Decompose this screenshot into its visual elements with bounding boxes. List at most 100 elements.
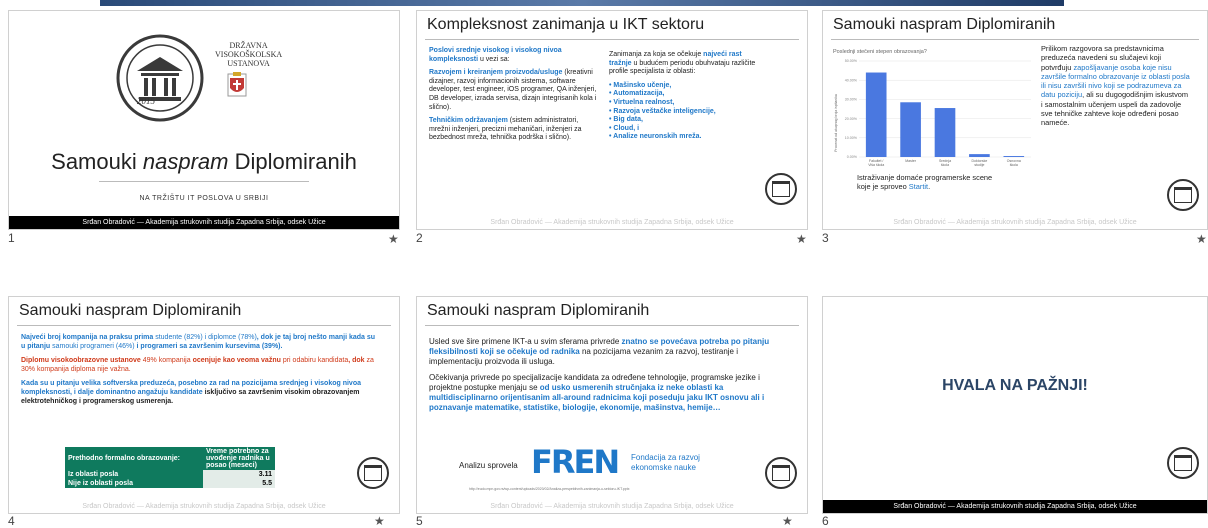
slide-5-footer: Srđan Obradović — Akademija strukovnih s… bbox=[417, 500, 807, 513]
slide-6-canvas[interactable]: HVALA NA PAŽNJI! Srđan Obradović — Akade… bbox=[822, 296, 1208, 514]
star-icon[interactable]: ★ bbox=[388, 232, 399, 246]
slide-4-footer: Srđan Obradović — Akademija strukovnih s… bbox=[9, 500, 399, 513]
seal-year: 2015 bbox=[137, 96, 155, 106]
p1-pre: Usled sve šire primene IKT-a u svim sfer… bbox=[429, 337, 622, 346]
x-tick-label: studije bbox=[974, 163, 984, 167]
y-tick-label: 50.00% bbox=[845, 59, 858, 63]
slide-4-canvas[interactable]: Samouki naspram Diplomiranih Najveći bro… bbox=[8, 296, 400, 514]
slide-thumbnail-6[interactable]: HVALA NA PAŽNJI! Srđan Obradović — Akade… bbox=[822, 296, 1208, 528]
title-underline bbox=[831, 39, 1199, 40]
x-tick-label: Master bbox=[905, 159, 917, 163]
text-run: ocenjuje kao veoma važnu bbox=[190, 357, 283, 365]
slide-2-canvas[interactable]: Kompleksnost zanimanja u IKT sektoru Pos… bbox=[416, 10, 808, 230]
star-icon[interactable]: ★ bbox=[796, 232, 807, 246]
slide-1-canvas[interactable]: 2015 DRŽAVNA VISOKOŠKOLSKA USTANOVA Samo… bbox=[8, 10, 400, 230]
bar bbox=[865, 72, 887, 157]
paragraph-1: Najveći broj kompanija na praksu prima s… bbox=[21, 334, 379, 351]
slide-thumbnail-4[interactable]: Samouki naspram Diplomiranih Najveći bro… bbox=[8, 296, 400, 528]
slide-3-canvas[interactable]: Samouki naspram Diplomiranih Poslednji s… bbox=[822, 10, 1208, 230]
table-cell: 5.5 bbox=[203, 479, 275, 488]
star-icon[interactable]: ★ bbox=[782, 514, 793, 528]
slide-thumbnail-5[interactable]: Samouki naspram Diplomiranih Usled sve š… bbox=[416, 296, 808, 528]
source-url-link[interactable]: http://eudo.mpn.gov.rs/wp-content/upload… bbox=[469, 487, 769, 491]
slide-number: 4 bbox=[8, 514, 15, 528]
institution-seal-icon bbox=[357, 457, 389, 489]
bar bbox=[934, 108, 956, 157]
survey-source: Istraživanje domaće programerske scene k… bbox=[857, 173, 1007, 192]
x-tick-label: škola bbox=[941, 163, 949, 167]
y-tick-label: 20.00% bbox=[845, 117, 858, 121]
institution-line-2: VISOKOŠKOLSKA bbox=[215, 50, 283, 59]
table-header-education: Prethodno formalno obrazovanje: bbox=[65, 447, 203, 470]
top-preview-strip bbox=[100, 0, 1064, 6]
slide-3-text: Prilikom razgovora sa predstavnicima pre… bbox=[1041, 44, 1191, 128]
p2-emphasis: Razvojem i kreiranjem proizvoda/usluge bbox=[429, 69, 563, 77]
paragraph-2: Razvojem i kreiranjem proizvoda/usluge (… bbox=[429, 69, 599, 112]
left-column: Poslovi srednje visokog i visokog nivoa … bbox=[429, 47, 599, 143]
y-tick-label: 40.00% bbox=[845, 78, 858, 82]
list-item: • Mašinsko učenje, bbox=[609, 81, 672, 89]
institution-seal-icon bbox=[1167, 179, 1199, 211]
onboarding-time-table: Prethodno formalno obrazovanje: Vreme po… bbox=[65, 447, 275, 488]
text-run: studente (82%) bbox=[155, 334, 203, 341]
slide-thumbnail-1[interactable]: 2015 DRŽAVNA VISOKOŠKOLSKA USTANOVA Samo… bbox=[8, 10, 400, 246]
slide-number: 2 bbox=[416, 231, 423, 245]
chart-title: Poslednji stečeni stepen obrazovanja? bbox=[833, 49, 927, 55]
text-run: Najveći broj kompanija na praksu prima bbox=[21, 334, 156, 341]
slide-1-subtitle: NA TRŽIŠTU IT POSLOVA U SRBIJI bbox=[139, 195, 269, 202]
intro-paragraph: Zanimanja za koja se očekuje najveći ras… bbox=[609, 51, 759, 77]
intro-post: u budućem periodu obuhvataju različite p… bbox=[609, 59, 756, 76]
education-bar-chart: Poslednji stečeni stepen obrazovanja? Pr… bbox=[833, 49, 1031, 167]
slide-3-footer: Srđan Obradović — Akademija strukovnih s… bbox=[823, 216, 1207, 229]
institution-seal-icon bbox=[765, 173, 797, 205]
slide-thumbnail-3[interactable]: Samouki naspram Diplomiranih Poslednji s… bbox=[822, 10, 1208, 246]
institution-name: DRŽAVNA VISOKOŠKOLSKA USTANOVA bbox=[215, 41, 282, 68]
fren-logo-text: Fondacija za razvoj ekonomske nauke bbox=[631, 453, 700, 473]
y-tick-label: 0.00% bbox=[847, 155, 858, 159]
slide-number: 3 bbox=[822, 231, 829, 245]
slide-5-canvas[interactable]: Samouki naspram Diplomiranih Usled sve š… bbox=[416, 296, 808, 514]
text-run: i programeri sa završenim kursevima (39%… bbox=[134, 342, 283, 350]
text-run: Diplomu visokoobrazovne ustanove bbox=[21, 357, 143, 365]
paragraph-3: Tehničkim održavanjem (sistem administra… bbox=[429, 117, 599, 143]
slide-thumbnail-2[interactable]: Kompleksnost zanimanja u IKT sektoru Pos… bbox=[416, 10, 808, 246]
paragraph-2: Diplomu visokoobrazovne ustanove 49% kom… bbox=[21, 357, 379, 374]
table-cell: 3.11 bbox=[203, 470, 275, 479]
star-icon[interactable]: ★ bbox=[374, 514, 385, 528]
slide-5-body: Usled sve šire primene IKT-a u svim sfer… bbox=[429, 337, 779, 413]
intro-pre: Zanimanja za koja se očekuje bbox=[609, 51, 704, 58]
startit-link[interactable]: Startit bbox=[909, 182, 928, 191]
title-underline bbox=[17, 325, 391, 326]
title-part-2: Diplomiranih bbox=[228, 149, 357, 174]
title-emphasis: naspram bbox=[142, 149, 229, 174]
slide-number: 1 bbox=[8, 231, 15, 245]
text-run: 49% kompanija bbox=[142, 357, 191, 365]
slide-1-footer: Srđan Obradović — Akademija strukovnih s… bbox=[9, 216, 399, 229]
slide-1-title: Samouki naspram Diplomiranih bbox=[9, 149, 399, 175]
slide-3-title: Samouki naspram Diplomiranih bbox=[833, 16, 1056, 33]
institution-seal-icon bbox=[765, 457, 797, 489]
table-cell: Iz oblasti posla bbox=[65, 470, 203, 479]
paragraph-1: Poslovi srednje visokog i visokog nivoa … bbox=[429, 47, 599, 64]
list-item: • Big data, bbox=[609, 116, 643, 124]
y-tick-label: 30.00% bbox=[845, 98, 858, 102]
paragraph-3: Kada su u pitanju velika softverska pred… bbox=[21, 380, 379, 406]
slide-2-title: Kompleksnost zanimanja u IKT sektoru bbox=[427, 16, 705, 33]
paragraph-1: Usled sve šire primene IKT-a u svim sfer… bbox=[429, 337, 779, 367]
institution-seal-icon bbox=[1167, 447, 1199, 479]
table-row: Nije iz oblasti posla 5.5 bbox=[65, 479, 275, 488]
thank-you-title: HVALA NA PAŽNJI! bbox=[942, 377, 1088, 394]
logo-line-1: Fondacija za razvoj bbox=[631, 453, 700, 462]
logo-line-2: ekonomske nauke bbox=[631, 463, 696, 472]
slide-number: 6 bbox=[822, 514, 829, 528]
right-column: Zanimanja za koja se očekuje najveći ras… bbox=[609, 51, 759, 142]
star-icon[interactable]: ★ bbox=[1196, 232, 1207, 246]
slide-6-footer: Srđan Obradović — Akademija strukovnih s… bbox=[823, 500, 1207, 513]
list-item: • Automatizacija, bbox=[609, 90, 665, 98]
text-run: samouki programeri (46%) bbox=[52, 342, 135, 350]
title-divider bbox=[99, 181, 309, 182]
table-header-time: Vreme potrebno za uvođenje radnika u pos… bbox=[203, 447, 275, 470]
title-underline bbox=[425, 39, 799, 40]
slide-number: 5 bbox=[416, 514, 423, 528]
text-run: i diplomce (78%) bbox=[202, 334, 257, 341]
